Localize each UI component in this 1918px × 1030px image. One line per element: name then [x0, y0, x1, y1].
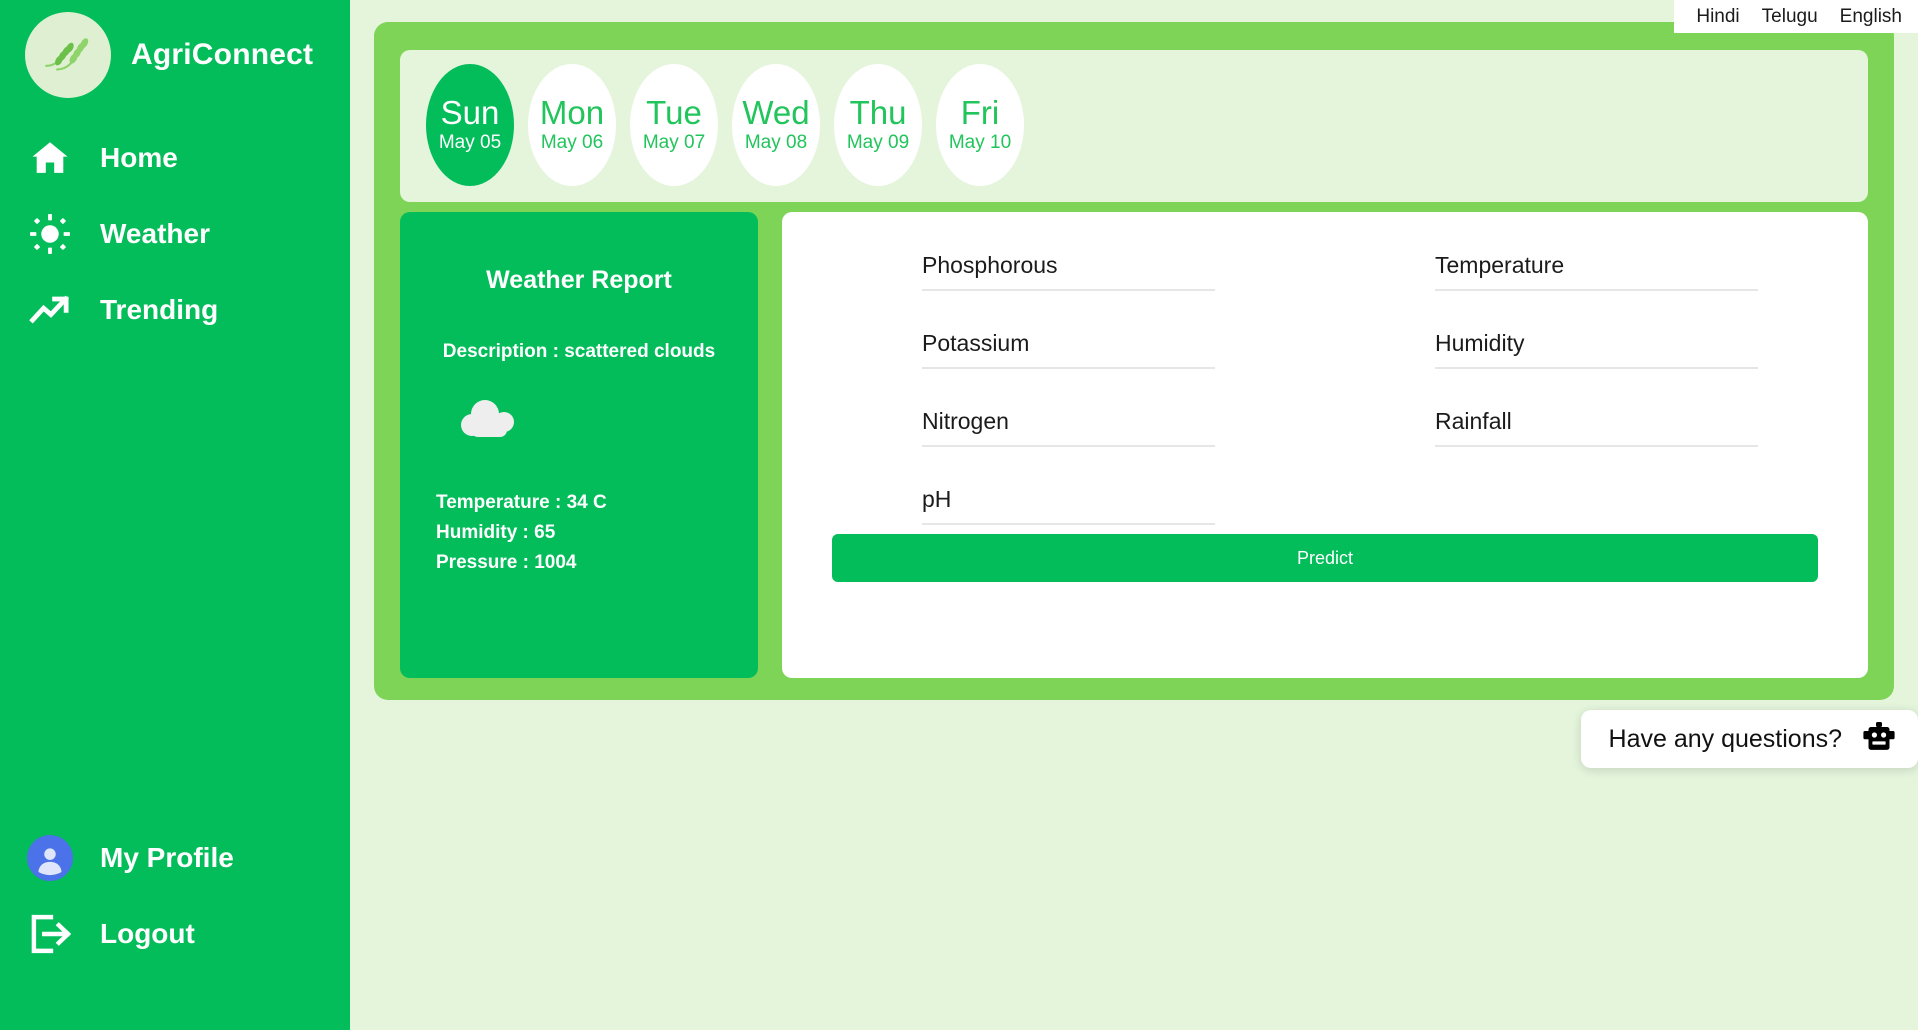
brand[interactable]: AgriConnect — [25, 12, 313, 98]
phosphorous-input[interactable] — [922, 248, 1215, 291]
field-humidity — [1435, 326, 1758, 369]
day-chip-date: May 08 — [744, 132, 808, 154]
brand-name: AgriConnect — [131, 38, 314, 71]
nitrogen-input[interactable] — [922, 404, 1215, 447]
app-root: AgriConnect Home Weather Trending My Pro… — [0, 0, 1918, 1030]
field-rainfall — [1435, 404, 1758, 447]
sidebar-nav: Home Weather Trending — [0, 120, 350, 348]
sidebar-item-label: Logout — [100, 918, 195, 949]
field-ph — [922, 482, 1215, 525]
day-chip-fri[interactable]: Fri May 10 — [936, 64, 1024, 186]
day-chip-date: May 10 — [948, 132, 1012, 154]
temperature-input[interactable] — [1435, 248, 1758, 291]
day-chip-date: May 09 — [846, 132, 910, 154]
sidebar-item-weather[interactable]: Weather — [0, 196, 350, 272]
robot-icon[interactable] — [1862, 721, 1896, 757]
weather-report-title: Weather Report — [486, 266, 672, 294]
wheat-logo-icon — [25, 12, 111, 98]
language-option-hindi[interactable]: Hindi — [1696, 0, 1739, 33]
ph-input[interactable] — [922, 482, 1215, 525]
field-potassium — [922, 326, 1215, 369]
sidebar-bottom-nav: My Profile Logout — [0, 820, 350, 972]
sidebar-item-label: My Profile — [100, 842, 234, 873]
humidity-input[interactable] — [1435, 326, 1758, 369]
sidebar-item-label: Trending — [100, 294, 219, 325]
day-chip-name: Fri — [960, 93, 1000, 131]
sidebar-item-logout[interactable]: Logout — [0, 896, 350, 972]
day-chip-name: Tue — [646, 93, 702, 131]
language-option-english[interactable]: English — [1840, 0, 1902, 33]
rainfall-input[interactable] — [1435, 404, 1758, 447]
weather-humidity: Humidity : 65 — [436, 522, 556, 543]
potassium-input[interactable] — [922, 326, 1215, 369]
form-column-right — [1325, 212, 1868, 560]
day-chip-thu[interactable]: Thu May 09 — [834, 64, 922, 186]
sidebar-item-label: Weather — [100, 218, 210, 249]
chat-widget[interactable]: Have any questions? — [1580, 710, 1918, 768]
sidebar-item-trending[interactable]: Trending — [0, 272, 350, 348]
day-chip-name: Sun — [440, 93, 500, 131]
weather-report-card: Weather Report Description : scattered c… — [400, 212, 758, 678]
day-chip-date: May 05 — [438, 132, 502, 154]
weather-pressure: Pressure : 1004 — [436, 552, 577, 573]
day-chip-mon[interactable]: Mon May 06 — [528, 64, 616, 186]
crop-prediction-form: Predict — [782, 212, 1868, 678]
language-option-telugu[interactable]: Telugu — [1762, 0, 1818, 33]
forecast-day-row: Sun May 05 Mon May 06 Tue May 07 Wed May… — [426, 64, 1024, 186]
sidebar-item-my-profile[interactable]: My Profile — [0, 820, 350, 896]
field-temperature — [1435, 248, 1758, 291]
cloud-icon — [458, 397, 722, 448]
form-column-left — [782, 212, 1325, 560]
weather-description: Description : scattered clouds — [442, 341, 716, 362]
day-chip-date: May 06 — [540, 132, 604, 154]
day-chip-name: Thu — [849, 93, 907, 131]
weather-stats: Temperature : 34 C Humidity : 65 Pressur… — [436, 488, 722, 578]
sidebar-item-label: Home — [100, 142, 178, 173]
weather-temperature: Temperature : 34 C — [436, 492, 607, 513]
sidebar-item-home[interactable]: Home — [0, 120, 350, 196]
field-nitrogen — [922, 404, 1215, 447]
form-columns — [782, 212, 1868, 560]
field-phosphorous — [922, 248, 1215, 291]
user-avatar-icon — [26, 834, 74, 882]
day-chip-tue[interactable]: Tue May 07 — [630, 64, 718, 186]
day-chip-sun[interactable]: Sun May 05 — [426, 64, 514, 186]
predict-button[interactable]: Predict — [832, 534, 1818, 582]
home-icon — [26, 134, 74, 182]
trending-up-icon — [26, 286, 74, 334]
day-chip-name: Wed — [742, 93, 810, 131]
sun-icon — [26, 210, 74, 258]
day-chip-name: Mon — [539, 93, 605, 131]
sidebar: AgriConnect Home Weather Trending My Pro… — [0, 0, 350, 1030]
day-chip-wed[interactable]: Wed May 08 — [732, 64, 820, 186]
day-chip-date: May 07 — [642, 132, 706, 154]
chat-widget-label: Have any questions? — [1608, 724, 1842, 753]
language-selector: Hindi Telugu English — [1674, 0, 1918, 33]
forecast-day-selector: Sun May 05 Mon May 06 Tue May 07 Wed May… — [400, 50, 1868, 202]
logout-icon — [26, 910, 74, 958]
